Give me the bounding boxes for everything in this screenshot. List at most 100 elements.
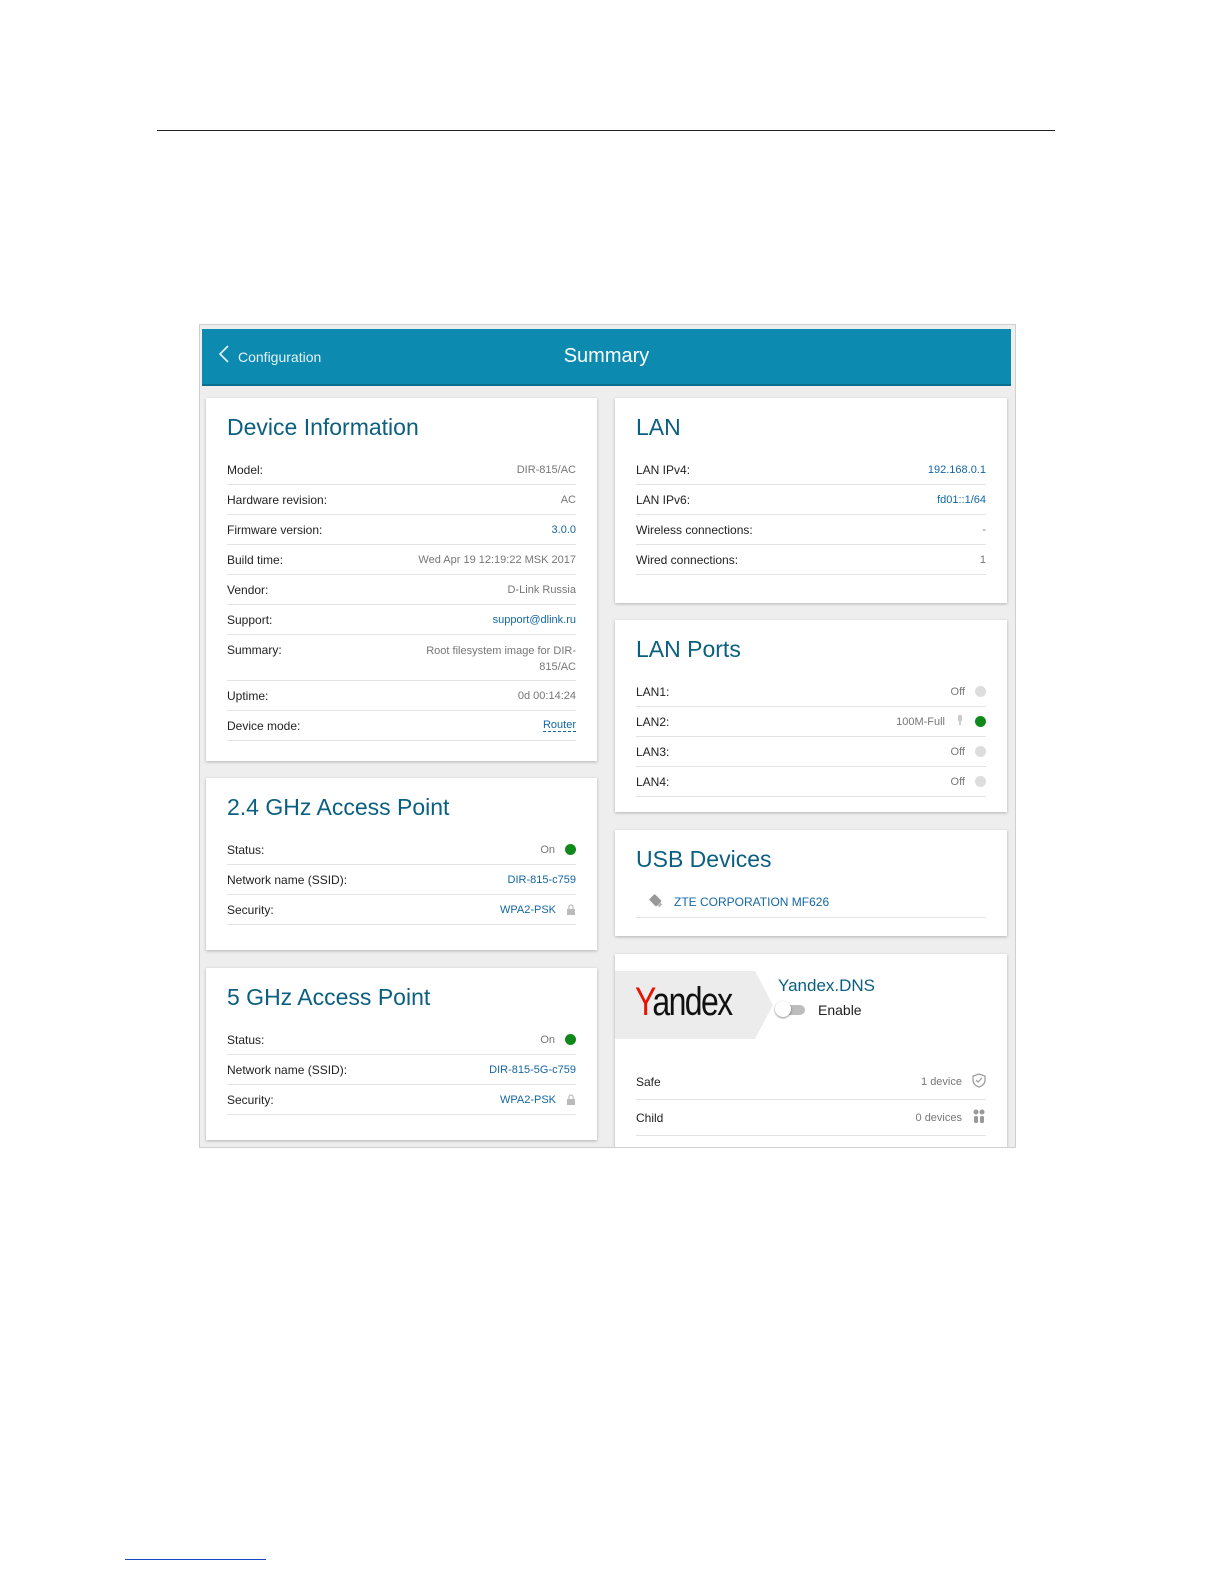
device-count: 1 device <box>921 1075 962 1088</box>
port-off-indicator <box>975 746 986 757</box>
row-key: Device mode: <box>227 718 301 733</box>
ipv4-link[interactable]: 192.168.0.1 <box>928 464 986 476</box>
row-lan-ipv6: LAN IPv6: fd01::1/64 <box>636 485 986 515</box>
row-hardware-revision: Hardware revision: AC <box>227 485 576 515</box>
logo-letter: Y <box>635 980 654 1024</box>
row-value: DIR-815/AC <box>516 463 576 476</box>
row-ssid: Network name (SSID): DIR-815-c759 <box>227 865 576 895</box>
usb-devices-card: USB Devices ZTE CORPORATION MF626 <box>615 830 1007 936</box>
row-key: LAN4: <box>636 774 670 789</box>
row-lan1: LAN1: Off <box>636 677 986 707</box>
usb-device-name: ZTE CORPORATION MF626 <box>674 895 830 909</box>
card-title: LAN Ports <box>636 636 741 662</box>
card-title: 5 GHz Access Point <box>227 984 431 1010</box>
row-key: LAN IPv6: <box>636 492 691 507</box>
lock-icon <box>566 1094 576 1105</box>
row-key: LAN IPv4: <box>636 462 691 477</box>
child-icon <box>972 1108 986 1127</box>
row-wired-connections: Wired connections: 1 <box>636 545 986 575</box>
yandex-dns-title: Yandex.DNS <box>778 976 876 995</box>
lan-card: LAN LAN IPv4: 192.168.0.1 LAN IPv6: fd01… <box>615 398 1007 603</box>
card-title: USB Devices <box>636 846 772 872</box>
row-key: Model: <box>227 462 264 477</box>
row-value: - <box>982 523 986 536</box>
ap24-card: 2.4 GHz Access Point Status: On Network … <box>206 778 597 950</box>
row-model: Model: DIR-815/AC <box>227 455 576 485</box>
logo-rest: andex <box>652 980 733 1024</box>
status-value: On <box>540 843 555 856</box>
shield-icon <box>972 1072 986 1091</box>
row-security: Security: WPA2-PSK <box>227 1085 576 1115</box>
security-link[interactable]: WPA2-PSK <box>500 1094 556 1106</box>
port-off-indicator <box>975 776 986 787</box>
port-status: Off <box>950 775 965 788</box>
row-key: Support: <box>227 612 273 627</box>
yandex-dns-rows: Safe 1 device Child 0 devices <box>636 1064 986 1136</box>
support-link[interactable]: support@dlink.ru <box>493 614 576 626</box>
row-key: Security: <box>227 1092 274 1107</box>
card-title: LAN <box>636 414 681 440</box>
row-key: Safe <box>636 1074 661 1089</box>
device-mode-value: Router <box>542 719 576 732</box>
yandex-banner-arrow <box>755 971 773 1039</box>
row-ssid: Network name (SSID): DIR-815-5G-c759 <box>227 1055 576 1085</box>
row-value: D-Link Russia <box>507 583 576 596</box>
firmware-link[interactable]: 3.0.0 <box>552 524 576 536</box>
enable-label: Enable <box>818 1002 862 1018</box>
row-status: Status: On <box>227 835 576 865</box>
row-summary: Summary: Root filesystem image for DIR-8… <box>227 635 576 681</box>
row-value: AC <box>560 493 576 506</box>
page-title: Summary <box>563 345 650 367</box>
toggle-knob <box>775 1001 791 1017</box>
enable-toggle[interactable] <box>775 1001 805 1017</box>
screenshot-frame: Configuration Summary Device Information… <box>199 324 1016 1148</box>
row-firmware-version: Firmware version: 3.0.0 <box>227 515 576 545</box>
row-key: Child <box>636 1110 664 1125</box>
port-on-indicator <box>975 716 986 727</box>
header-bar: Configuration Summary <box>202 329 1011 386</box>
row-key: Security: <box>227 902 274 917</box>
lan-ports-card: LAN Ports LAN1: Off LAN2: 100M-Full LAN3… <box>615 620 1007 812</box>
row-key: Uptime: <box>227 688 269 703</box>
status-value: On <box>540 1033 555 1046</box>
row-key: LAN2: <box>636 714 670 729</box>
security-link[interactable]: WPA2-PSK <box>500 904 556 916</box>
row-child[interactable]: Child 0 devices <box>636 1100 986 1136</box>
row-lan2: LAN2: 100M-Full <box>636 707 986 737</box>
row-key: Summary: <box>227 643 282 657</box>
usb-modem-icon <box>648 893 664 912</box>
top-rule <box>157 130 1055 131</box>
row-value: Root filesystem image for DIR-815/AC <box>426 645 576 673</box>
device-mode-link[interactable]: Router <box>542 719 576 732</box>
usb-device-item[interactable]: ZTE CORPORATION MF626 <box>636 887 986 918</box>
ssid-link[interactable]: DIR-815-5G-c759 <box>489 1064 576 1076</box>
row-device-mode: Device mode: Router <box>227 711 576 741</box>
port-status: Off <box>950 685 965 698</box>
footnote-rule <box>125 1559 266 1560</box>
yandex-logo: Yandex <box>635 980 733 1025</box>
row-wireless-connections: Wireless connections: - <box>636 515 986 545</box>
status-on-indicator <box>565 844 576 855</box>
row-key: Firmware version: <box>227 522 323 537</box>
row-uptime: Uptime: 0d 00:14:24 <box>227 681 576 711</box>
ipv6-link[interactable]: fd01::1/64 <box>937 494 986 506</box>
usb-plug-icon <box>955 714 965 729</box>
row-key: Hardware revision: <box>227 492 328 507</box>
status-on-indicator <box>565 1034 576 1045</box>
row-vendor: Vendor: D-Link Russia <box>227 575 576 605</box>
row-lan4: LAN4: Off <box>636 767 986 797</box>
row-support: Support: support@dlink.ru <box>227 605 576 635</box>
row-key: Wired connections: <box>636 552 739 567</box>
ssid-link[interactable]: DIR-815-c759 <box>508 874 576 886</box>
row-security: Security: WPA2-PSK <box>227 895 576 925</box>
row-value: 1 <box>979 553 986 566</box>
row-key: LAN1: <box>636 684 670 699</box>
row-key: Status: <box>227 1032 265 1047</box>
lock-icon <box>566 904 576 915</box>
row-key: Status: <box>227 842 265 857</box>
row-build-time: Build time: Wed Apr 19 12:19:22 MSK 2017 <box>227 545 576 575</box>
row-key: Wireless connections: <box>636 522 753 537</box>
row-status: Status: On <box>227 1025 576 1055</box>
row-safe[interactable]: Safe 1 device <box>636 1064 986 1100</box>
card-title: Device Information <box>227 414 419 440</box>
